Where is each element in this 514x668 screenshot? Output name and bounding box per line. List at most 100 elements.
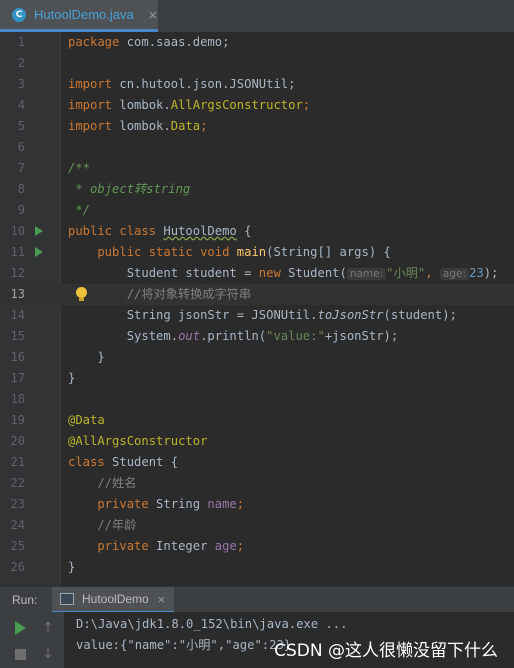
line-number: 23 [10,497,25,511]
string-literal: "小明" [386,266,426,280]
code-text: } [68,560,76,574]
code-line: 3 import cn.hutool.json.JSONUtil; [0,74,514,95]
code-line: 9 */ [0,200,514,221]
line-number: 7 [17,161,25,175]
method-name: main [236,245,267,259]
code-line: 21 class Student { [0,452,514,473]
line-number: 3 [17,77,25,91]
stop-icon [14,648,26,660]
play-icon [14,621,26,635]
keyword: private [68,539,149,553]
run-gutter-icon[interactable] [35,247,43,257]
run-tab-hutooldemo[interactable]: HutoolDemo × [52,587,174,613]
code-line: 15 System.out.println("value:"+jsonStr); [0,326,514,347]
keyword: import [68,119,113,133]
line-number: 8 [17,182,25,196]
punct: , [425,266,440,280]
doc-comment: /** [68,161,91,175]
watermark: CSDN @这人很懒没留下什么 [274,641,498,661]
line-number: 1 [17,35,25,49]
static-field: out [178,329,201,343]
code-line: 22 //姓名 [0,473,514,494]
code-line: 7 /** [0,158,514,179]
line-number: 24 [10,518,25,532]
line-number: 17 [10,371,25,385]
stop-button[interactable] [10,644,30,664]
code-text: Student student = [68,266,259,280]
editor-tab-bar: C HutoolDemo.java × [0,0,514,33]
code-line: 4 import lombok.AllArgsConstructor; [0,95,514,116]
code-line: 19 @Data [0,410,514,431]
tab-hutooldemo[interactable]: C HutoolDemo.java × [0,0,158,32]
code-line: 25 private Integer age; [0,536,514,557]
scroll-up-button[interactable]: ↑ [38,618,58,638]
line-number: 14 [10,308,25,322]
keyword: package [68,35,120,49]
code-line: 2 [0,53,514,74]
java-class-icon: C [12,7,26,22]
code-text: .println( [200,329,267,343]
line-number: 11 [10,245,25,259]
keyword: import [68,77,113,91]
arrow-up-icon: ↑ [42,620,54,636]
code-line: 23 private String name; [0,494,514,515]
console-icon [60,593,74,605]
keyword: public class [68,224,164,238]
line-number: 12 [10,266,25,280]
comment: //年龄 [68,518,137,532]
doc-comment: */ [68,203,91,217]
keyword: public static void [68,245,237,259]
comment: //姓名 [68,476,137,490]
line-number: 22 [10,476,25,490]
code-line: 26 } [0,557,514,578]
code-line: 20 @AllArgsConstructor [0,431,514,452]
keyword: import [68,98,113,112]
line-number: 21 [10,455,25,469]
line-number: 4 [17,98,25,112]
close-icon[interactable]: × [148,8,158,22]
close-icon[interactable]: × [157,593,166,606]
rerun-button[interactable] [10,618,30,638]
code-line: 14 String jsonStr = JSONUtil.toJsonStr(s… [0,305,514,326]
keyword: private [68,497,149,511]
line-number: 26 [10,560,25,574]
tab-label: HutoolDemo.java [34,7,134,22]
code-text: Integer [148,539,215,553]
punct: ; [236,539,245,553]
number-literal: 23 [469,266,484,280]
doc-comment: * [68,182,91,196]
code-editor[interactable]: 1 package com.saas.demo; 2 3 import cn.h… [0,32,514,586]
line-number: 13 [10,287,25,301]
code-line: 24 //年龄 [0,515,514,536]
code-line: 10 public class HutoolDemo { [0,221,514,242]
code-line: 18 [0,389,514,410]
code-text: String jsonStr = JSONUtil. [68,308,318,322]
code-text: cn.hutool.json.JSONUtil; [112,77,296,91]
doc-comment-text: object转string [90,182,191,196]
annotation-ref: AllArgsConstructor [170,98,303,112]
run-gutter-icon[interactable] [35,226,43,236]
run-tab-label: HutoolDemo [82,592,149,606]
code-text: +jsonStr); [324,329,399,343]
annotation-ref: Data [170,119,201,133]
code-line: 5 import lombok.Data; [0,116,514,137]
code-line: 17 } [0,368,514,389]
code-text: } [68,371,76,385]
code-text: System. [68,329,179,343]
code-text: (String[] args) { [266,245,391,259]
annotation: @AllArgsConstructor [68,434,208,448]
code-text: com.saas.demo; [119,35,230,49]
code-line: 16 } [0,347,514,368]
line-number: 2 [17,56,25,70]
code-text: { [236,224,252,238]
code-text: Student { [104,455,179,469]
line-number: 18 [10,392,25,406]
code-line: 8 * object转string [0,179,514,200]
punct: ; [236,497,245,511]
class-name: HutoolDemo [163,224,237,238]
code-line-current: 13 //将对象转换成字符串 [0,284,514,305]
static-method: toJsonStr [317,308,384,322]
scroll-down-button[interactable]: ↓ [38,644,58,664]
code-text: String [148,497,208,511]
string-literal: "value:" [266,329,325,343]
